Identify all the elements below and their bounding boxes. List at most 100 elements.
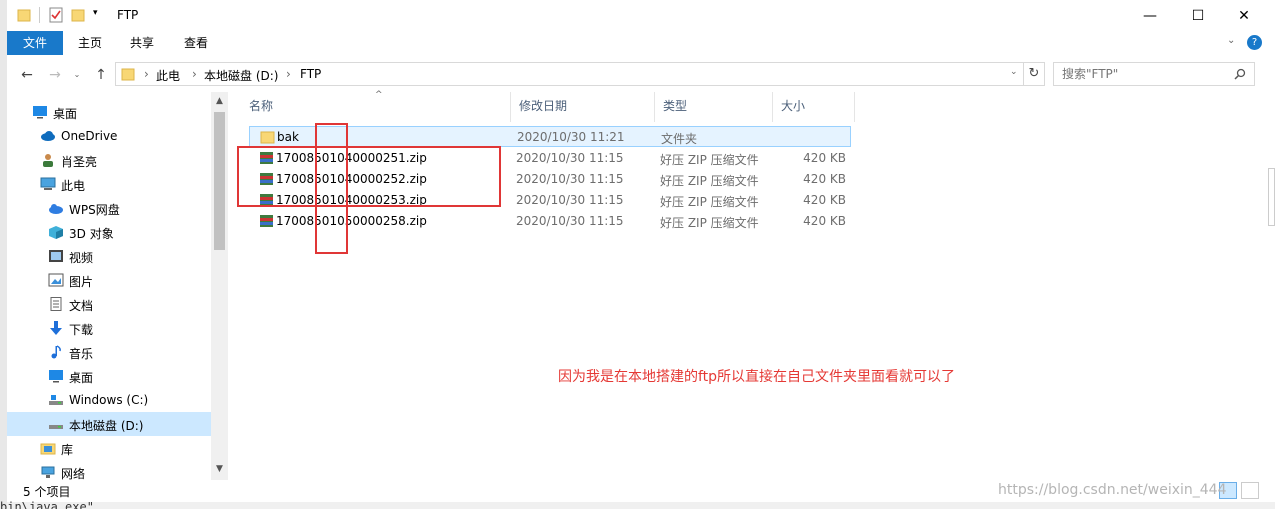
file-name: bak — [277, 130, 299, 144]
folder-icon — [260, 131, 275, 144]
close-button[interactable]: ✕ — [1221, 0, 1267, 31]
file-size: 420 KB — [803, 214, 846, 228]
file-type: 好压 ZIP 压缩文件 — [660, 174, 759, 188]
qa-divider — [39, 7, 40, 23]
sidebar-item-drive-d[interactable]: 本地磁盘 (D:) — [7, 412, 211, 436]
sidebar-item-drive-c[interactable]: Windows (C:) — [7, 388, 211, 412]
back-button[interactable]: ← — [17, 65, 37, 85]
download-icon — [50, 321, 62, 335]
folder-icon — [17, 9, 31, 22]
address-dropdown-icon[interactable]: ⌄ — [1010, 67, 1018, 77]
new-folder-icon[interactable] — [71, 7, 85, 23]
address-row: ← → ⌄ ↑ › 此电 › 本地磁盘 (D:) › FTP ⌄ ↻ — [7, 62, 1275, 88]
properties-icon[interactable] — [49, 7, 63, 23]
forward-button[interactable]: → — [45, 65, 65, 85]
sidebar-item-label: 桌面 — [69, 371, 94, 385]
crumb-separator-icon: › — [192, 67, 197, 81]
tab-home[interactable]: 主页 — [67, 31, 113, 55]
sidebar-item-pictures[interactable]: 图片 — [7, 268, 211, 292]
recent-dropdown-icon[interactable]: ⌄ — [67, 65, 87, 85]
background-strip — [0, 0, 7, 509]
column-header-size[interactable]: 大小 — [773, 92, 855, 122]
drive-icon — [49, 395, 63, 405]
zip-archive-icon — [260, 215, 273, 227]
file-type: 好压 ZIP 压缩文件 — [660, 153, 759, 167]
file-type: 好压 ZIP 压缩文件 — [660, 216, 759, 230]
video-icon — [49, 250, 63, 262]
sidebar-item-label: 文档 — [69, 299, 94, 313]
cube-icon — [49, 226, 63, 239]
wps-cloud-icon — [49, 204, 63, 214]
sidebar-item-desktop[interactable]: 桌面 — [7, 100, 211, 124]
sidebar-item-label: 图片 — [69, 275, 94, 289]
explorer-window: ▾ FTP — ☐ ✕ 文件 主页 共享 查看 ⌄ ? ← → ⌄ ↑ › 此电… — [7, 0, 1275, 502]
sidebar-item-label: OneDrive — [61, 129, 118, 143]
image-icon — [48, 273, 64, 287]
customize-qa-icon[interactable]: ▾ — [93, 8, 98, 18]
sidebar-item-label: 肖圣亮 — [61, 155, 98, 169]
title-bar: ▾ FTP — ☐ ✕ — [7, 0, 1275, 31]
minimize-button[interactable]: — — [1127, 0, 1173, 31]
sidebar-item-wps[interactable]: WPS网盘 — [7, 196, 211, 220]
maximize-button[interactable]: ☐ — [1175, 0, 1221, 31]
sidebar-item-this-pc[interactable]: 此电 — [7, 172, 211, 196]
search-box[interactable] — [1053, 62, 1255, 86]
sidebar-item-downloads[interactable]: 下载 — [7, 316, 211, 340]
sidebar-item-videos[interactable]: 视频 — [7, 244, 211, 268]
annotation-text: 因为我是在本地搭建的ftp所以直接在自己文件夹里面看就可以了 — [558, 369, 956, 385]
sidebar-item-documents[interactable]: 文档 — [7, 292, 211, 316]
sidebar-item-desktop-2[interactable]: 桌面 — [7, 364, 211, 388]
sidebar-item-label: 本地磁盘 (D:) — [69, 419, 144, 433]
scroll-down-icon[interactable]: ▼ — [211, 462, 228, 476]
crumb-drive-d[interactable]: 本地磁盘 (D:) — [204, 67, 278, 84]
scrollbar-thumb[interactable] — [214, 112, 225, 250]
sidebar-item-music[interactable]: 音乐 — [7, 340, 211, 364]
file-name: 17008501050000258.zip — [276, 214, 427, 228]
watermark: https://blog.csdn.net/weixin_444 — [998, 482, 1227, 498]
address-bar[interactable]: › 此电 › 本地磁盘 (D:) › FTP ⌄ — [115, 62, 1027, 86]
column-header-type[interactable]: 类型 — [655, 92, 773, 122]
large-icons-view-icon[interactable] — [1241, 482, 1259, 499]
scroll-up-icon[interactable]: ▲ — [211, 94, 228, 108]
navigation-pane: 桌面 OneDrive 肖圣亮 此电 WPS网盘 3D 对象 视频 图片 文档 … — [7, 92, 228, 481]
network-icon — [41, 466, 55, 478]
file-type: 好压 ZIP 压缩文件 — [660, 195, 759, 209]
folder-icon — [121, 68, 135, 81]
background-window-edge — [1268, 168, 1275, 226]
desktop-icon — [33, 106, 47, 119]
user-icon — [43, 154, 53, 167]
refresh-button[interactable]: ↻ — [1023, 62, 1045, 86]
search-icon[interactable] — [1234, 68, 1246, 80]
help-icon[interactable]: ? — [1247, 35, 1262, 50]
chevron-down-icon[interactable]: ⌄ — [1227, 35, 1235, 46]
library-icon — [40, 443, 56, 455]
sidebar-item-label: 下载 — [69, 323, 94, 337]
sidebar-item-user[interactable]: 肖圣亮 — [7, 148, 211, 172]
up-button[interactable]: ↑ — [91, 65, 111, 85]
sidebar-scrollbar[interactable]: ▲ ▼ — [211, 92, 228, 480]
crumb-ftp[interactable]: FTP — [300, 67, 321, 81]
annotation-box-files — [237, 146, 501, 207]
file-size: 420 KB — [803, 151, 846, 165]
file-date: 2020/10/30 11:15 — [516, 214, 624, 228]
document-icon — [50, 297, 62, 311]
tab-view[interactable]: 查看 — [173, 31, 219, 55]
sidebar-item-label: 音乐 — [69, 347, 94, 361]
file-date: 2020/10/30 11:15 — [516, 151, 624, 165]
music-icon — [51, 345, 61, 359]
sort-ascending-icon: ^ — [375, 90, 383, 100]
search-input[interactable] — [1062, 66, 1232, 82]
sidebar-item-libraries[interactable]: 库 — [7, 436, 211, 460]
computer-icon — [40, 177, 56, 190]
tab-share[interactable]: 共享 — [119, 31, 165, 55]
background-console-text: bin\java.exe" ... — [0, 500, 123, 509]
file-date: 2020/10/30 11:21 — [517, 130, 625, 144]
file-size: 420 KB — [803, 193, 846, 207]
item-count: 5 个项目 — [23, 485, 71, 499]
sidebar-item-onedrive[interactable]: OneDrive — [7, 124, 211, 148]
sidebar-item-3d[interactable]: 3D 对象 — [7, 220, 211, 244]
column-header-date[interactable]: 修改日期 — [511, 92, 655, 122]
tab-file[interactable]: 文件 — [7, 31, 63, 55]
sidebar-item-label: 3D 对象 — [69, 227, 114, 241]
crumb-this-pc[interactable]: 此电 — [156, 67, 180, 84]
